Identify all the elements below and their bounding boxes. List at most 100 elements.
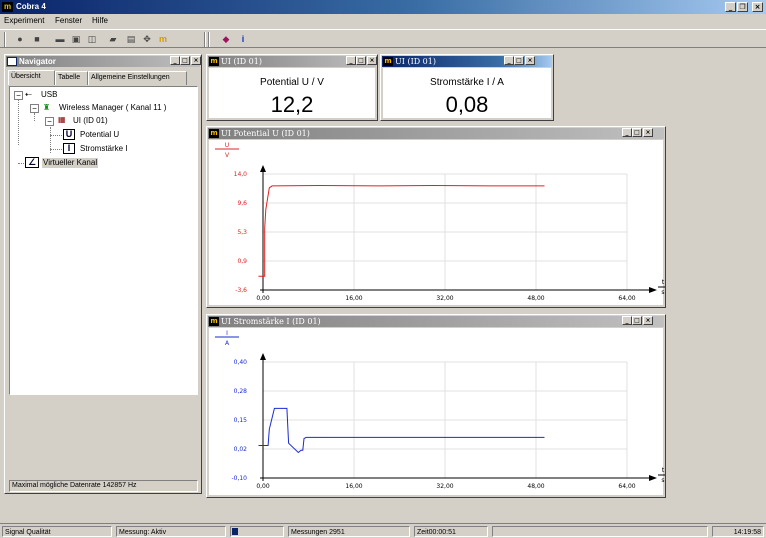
graph-strom-ytick-label-4: 0,40 [234, 359, 248, 366]
status-empty-panel [492, 526, 708, 537]
device-tree: − ⇠ USB − ♜ Wireless Manager ( Kanal 11 … [9, 86, 198, 395]
save-icon[interactable]: ▣ [69, 33, 83, 46]
usb-icon: ⇠ [25, 90, 32, 99]
graph-potential-ylabel-bottom: V [225, 152, 230, 159]
menu-experiment[interactable]: Experiment [4, 16, 44, 26]
graph-potential-xlabel-top: t [662, 279, 665, 286]
app-title-bar[interactable]: m Cobra 4 _ ❐ × [0, 0, 766, 14]
virtual-channel-icon: ∠ [25, 157, 39, 168]
tab-allgemeine-einstellungen[interactable]: Allgemeine Einstellungen [88, 71, 187, 85]
tree-item-potential-u[interactable]: Potential U [80, 130, 119, 140]
graph-potential-xtick-label-3: 48,00 [527, 295, 544, 302]
graph-strom-xlabel-top: t [662, 467, 665, 474]
graph-window-strom: m UI Stromstärke I (ID 01) _ □ × I A -0,10… [206, 314, 666, 498]
graph-potential-ytick-label-4: 14,0 [234, 171, 248, 178]
status-zeit: Zeit00:00:51 [414, 526, 488, 537]
graph-strom-maximize-icon[interactable]: □ [632, 316, 642, 325]
display-strom-close-icon[interactable]: × [525, 56, 535, 65]
record-icon[interactable]: ● [13, 33, 27, 46]
graph-potential-ytick-label-1: 0,9 [237, 258, 247, 265]
display-strom-title: UI (ID 01) [395, 57, 436, 66]
wireless-manager-icon: ♜ [43, 103, 51, 112]
display-potential-body: Potential U / V 12,2 [209, 68, 375, 118]
ui-device-icon: ▦ [58, 115, 66, 124]
display-potential-titlebar[interactable]: m UI (ID 01) _ □ × [208, 56, 377, 67]
stop-icon[interactable]: ■ [30, 33, 44, 46]
tree-item-wireless-manager[interactable]: Wireless Manager ( Kanal 11 ) [59, 103, 166, 113]
graph-strom-minimize-icon[interactable]: _ [622, 316, 632, 325]
graph-strom-xlabel-bottom: s [661, 477, 664, 484]
graph-strom-xtick-label-4: 64,00 [618, 483, 635, 490]
display-window-potential: m UI (ID 01) _ □ × Potential U / V 12,2 [206, 54, 378, 121]
graph-potential-ytick-label-2: 5,3 [237, 229, 247, 236]
graph-potential-minimize-icon[interactable]: _ [622, 128, 632, 137]
navigator-title: Navigator [19, 57, 56, 66]
tree-item-ui[interactable]: UI (ID 01) [73, 116, 108, 126]
cobra-logo-icon: m [209, 317, 219, 326]
open-folder-icon[interactable]: ▬ [53, 33, 67, 46]
minimize-icon[interactable]: _ [725, 2, 736, 12]
info-icon[interactable]: i [236, 33, 250, 46]
navigator-maximize-icon[interactable]: □ [180, 56, 190, 65]
display-potential-close-icon[interactable]: × [367, 56, 377, 65]
navigator-close-icon[interactable]: × [191, 56, 201, 65]
graph-potential-xtick-label-2: 32,00 [436, 295, 453, 302]
graph-strom-ytick-label-1: 0,02 [234, 446, 248, 453]
tree-expand-ui[interactable]: − [45, 117, 54, 126]
graph-strom-title: UI Stromstärke I (ID 01) [221, 317, 321, 326]
status-messung: Messung: Aktiv [116, 526, 226, 537]
tree-item-usb[interactable]: USB [41, 90, 57, 100]
display-potential-maximize-icon[interactable]: □ [356, 56, 366, 65]
graph-potential-plot-area[interactable]: U V -3,6 0,9 5,3 9,6 14,0 0,00 16,00 32,00 48,00 64… [209, 140, 665, 305]
menu-hilfe[interactable]: Hilfe [92, 16, 108, 26]
cobra-logo-icon: m [2, 2, 13, 12]
graph-strom-close-icon[interactable]: × [643, 316, 653, 325]
graph-potential-titlebar[interactable]: m UI Potential U (ID 01) _ □ × [208, 128, 664, 139]
close-icon[interactable]: × [752, 2, 763, 12]
menu-fenster[interactable]: Fenster [55, 16, 82, 26]
navigator-titlebar[interactable]: Navigator _ □ × [6, 56, 201, 67]
graph-strom-x-axis-arrow [649, 475, 657, 481]
navigator-minimize-icon[interactable]: _ [170, 56, 180, 65]
graph-strom-titlebar[interactable]: m UI Stromstärke I (ID 01) _ □ × [208, 316, 664, 327]
cobra-logo-icon: m [209, 129, 219, 138]
graph-strom-y-axis-arrow [260, 353, 266, 360]
navigator-status: Maximal mögliche Datenrate 142857 Hz [9, 480, 198, 492]
export-icon[interactable]: ◫ [85, 33, 99, 46]
current-sensor-icon: I [63, 143, 75, 154]
display-strom-maximize-icon[interactable]: □ [514, 56, 524, 65]
cobra-measure-icon[interactable]: m [156, 33, 170, 46]
toolbar-separator-2 [208, 32, 210, 47]
display-strom-minimize-icon[interactable]: _ [504, 56, 514, 65]
graph-strom-svg: IA -0,10 0,02 0,15 0,28 0,40 0,00 16,00 32,00 48,… [215, 330, 665, 490]
graph-potential-close-icon[interactable]: × [643, 128, 653, 137]
tree-item-stromstaerke-i[interactable]: Stromstärke I [80, 144, 128, 154]
display-strom-titlebar[interactable]: m UI (ID 01) _ □ × [382, 56, 552, 67]
book-icon[interactable]: ◆ [219, 33, 233, 46]
toolbar-separator [204, 32, 206, 47]
navigator-icon [7, 57, 17, 66]
graph-potential-x-axis-arrow [649, 287, 657, 293]
graph-strom-xtick-label-2: 32,00 [436, 483, 453, 490]
tab-tabelle[interactable]: Tabelle [55, 71, 88, 85]
chart-icon[interactable]: ▤ [124, 33, 138, 46]
voltage-sensor-icon: U [63, 129, 75, 140]
graph-window-potential: m UI Potential U (ID 01) _ □ × U V -3,6 0,9… [206, 126, 666, 308]
app-title: Cobra 4 [16, 2, 46, 11]
tree-item-virtueller-kanal[interactable]: Virtueller Kanal [42, 158, 99, 168]
tree-expand-wireless[interactable]: − [30, 104, 39, 113]
tools-icon[interactable]: ✥ [140, 33, 154, 46]
restore-icon[interactable]: ❐ [737, 2, 748, 12]
graph-strom-ytick-label-2: 0,15 [234, 417, 248, 424]
tree-expand-usb[interactable]: − [14, 91, 23, 100]
menu-bar: Experiment Fenster Hilfe [0, 14, 766, 28]
status-clock: 14:19:58 [712, 526, 764, 537]
tab-ubersicht[interactable]: Übersicht [8, 70, 55, 85]
graph-potential-maximize-icon[interactable]: □ [632, 128, 642, 137]
graph-potential-ytick-label-3: 9,6 [237, 200, 247, 207]
graph-potential-xtick-label-0: 0,00 [256, 295, 270, 302]
display-potential-minimize-icon[interactable]: _ [346, 56, 356, 65]
display-strom-body: Stromstärke I / A 0,08 [383, 68, 551, 118]
print-icon[interactable]: ▰ [106, 33, 120, 46]
graph-strom-plot-area[interactable]: I A -0,10 0,02 0,15 0,28 0,40 0,00 16,00 32,00 48,… [209, 328, 665, 495]
